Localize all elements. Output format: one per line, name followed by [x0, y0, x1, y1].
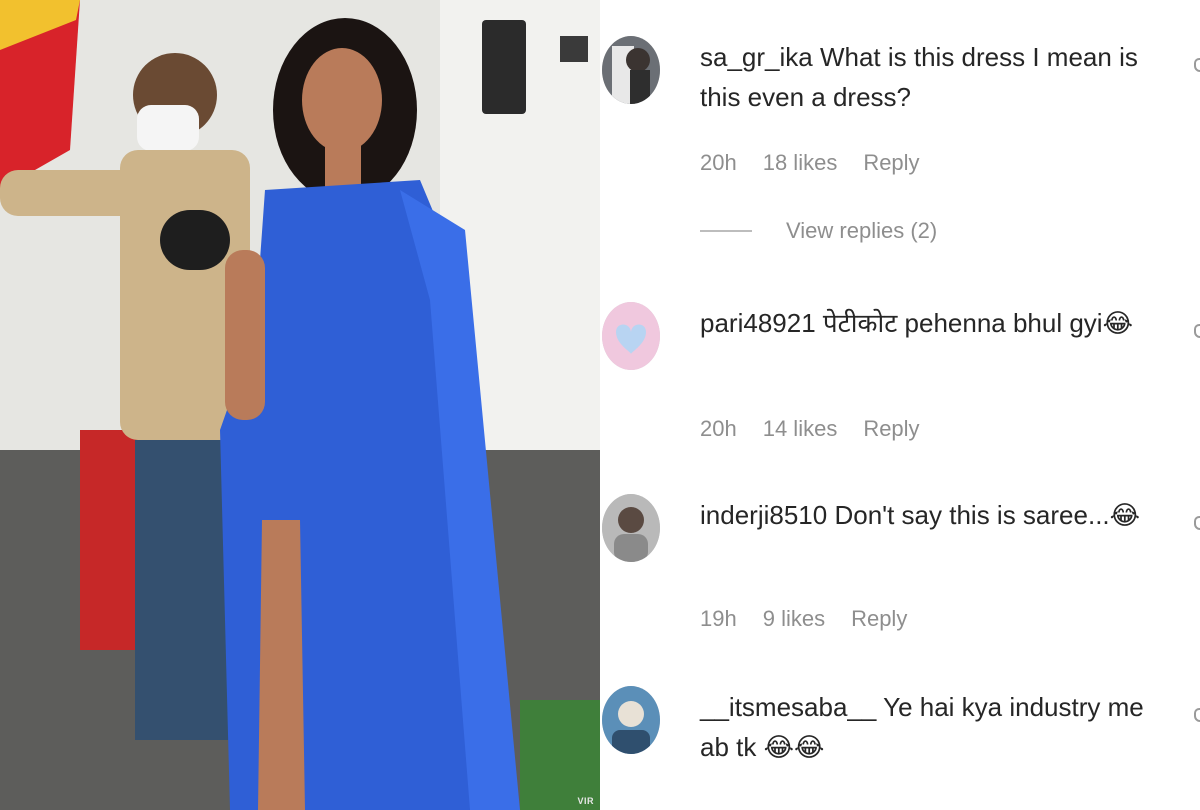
comment-text: inderji8510 Don't say this is saree...😂: [700, 495, 1170, 535]
reply-button[interactable]: Reply: [851, 606, 907, 632]
avatar[interactable]: [602, 494, 660, 562]
heart-like-icon[interactable]: [1194, 324, 1200, 338]
comment-likes[interactable]: 14 likes: [763, 416, 838, 442]
comment-body: Don't say this is saree...😂: [834, 500, 1141, 530]
post-photo: VIR: [0, 0, 600, 810]
comment-time: 20h: [700, 150, 737, 175]
comment-likes[interactable]: 18 likes: [763, 150, 838, 176]
photo-scene-illustration: [0, 0, 600, 810]
view-replies-label: View replies (2): [786, 218, 938, 243]
heart-like-icon[interactable]: [1194, 516, 1200, 530]
comment-meta: 20h 14 likes Reply: [700, 416, 920, 442]
comment-text: __itsmesaba__ Ye hai kya industry me ab …: [700, 687, 1170, 767]
avatar[interactable]: [602, 36, 660, 104]
comment-likes[interactable]: 9 likes: [763, 606, 825, 632]
comment-meta: 20h 18 likes Reply: [700, 150, 920, 176]
user-avatar-icon: [602, 686, 660, 754]
heart-like-icon[interactable]: [1194, 708, 1200, 722]
comment-body: पेटीकोट pehenna bhul gyi😂: [822, 308, 1133, 338]
divider-line: [700, 230, 752, 232]
reply-button[interactable]: Reply: [863, 150, 919, 176]
comment-text: pari48921 पेटीकोट pehenna bhul gyi😂: [700, 303, 1170, 343]
comment-username[interactable]: __itsmesaba__: [700, 692, 876, 722]
heart-like-icon[interactable]: [1194, 58, 1200, 72]
watermark-text: VIR: [577, 796, 594, 806]
reply-button[interactable]: Reply: [863, 416, 919, 442]
user-avatar-icon: [602, 36, 660, 104]
comment-meta: 19h 9 likes Reply: [700, 606, 907, 632]
user-avatar-icon: [602, 302, 660, 370]
comments-panel: sa_gr_ika What is this dress I mean is t…: [600, 0, 1200, 810]
comment-time: 20h: [700, 416, 737, 441]
comment-username[interactable]: inderji8510: [700, 500, 827, 530]
avatar[interactable]: [602, 686, 660, 754]
comment-text: sa_gr_ika What is this dress I mean is t…: [700, 37, 1170, 117]
avatar[interactable]: [602, 302, 660, 370]
view-replies-link[interactable]: View replies (2): [700, 218, 937, 244]
comment-username[interactable]: pari48921: [700, 308, 816, 338]
comment-time: 19h: [700, 606, 737, 631]
comment-username[interactable]: sa_gr_ika: [700, 42, 813, 72]
user-avatar-icon: [602, 494, 660, 562]
